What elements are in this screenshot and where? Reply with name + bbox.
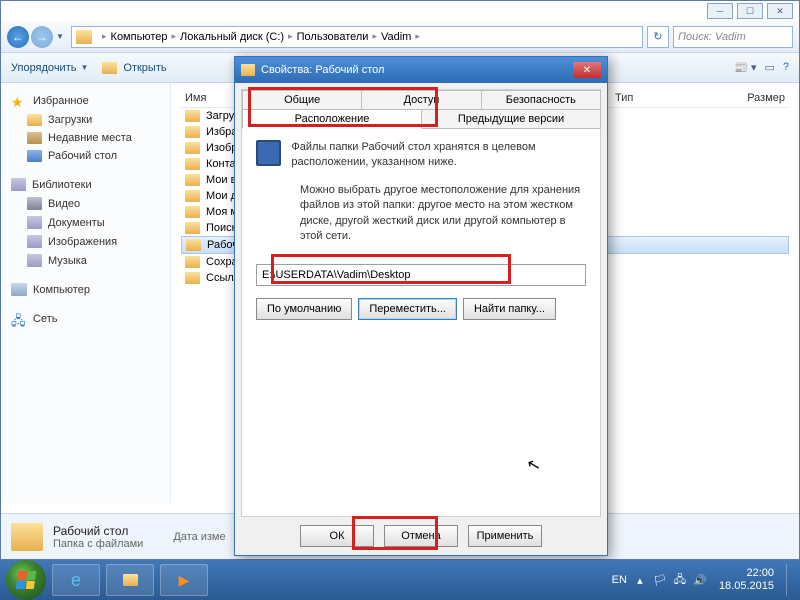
sidebar-recent[interactable]: Недавние места — [1, 129, 170, 147]
find-target-button[interactable]: Найти папку... — [463, 298, 556, 320]
breadcrumb[interactable]: Пользователи — [297, 31, 369, 43]
move-button[interactable]: Переместить... — [358, 298, 457, 320]
location-desc1: Файлы папки Рабочий стол хранятся в целе… — [291, 140, 586, 171]
folder-icon — [241, 64, 255, 76]
sidebar-video[interactable]: Видео — [1, 194, 170, 213]
nav-bar: ← → ▼ ▸ Компьютер▸ Локальный диск (C:)▸ … — [1, 21, 799, 53]
view-options-icon[interactable]: 📰 ▾ — [734, 61, 756, 74]
forward-button[interactable]: → — [31, 26, 53, 48]
task-media[interactable]: ▶ — [160, 564, 208, 596]
address-bar[interactable]: ▸ Компьютер▸ Локальный диск (C:)▸ Пользо… — [71, 26, 643, 48]
network-icon[interactable]: 🖧 — [673, 573, 687, 587]
favorites-group[interactable]: ★Избранное — [1, 91, 170, 111]
clock[interactable]: 22:0018.05.2015 — [719, 567, 774, 593]
col-size[interactable]: Размер — [747, 92, 785, 104]
properties-dialog: Свойства: Рабочий стол ✕ Общие Доступ Бе… — [234, 56, 608, 556]
taskbar: e ▶ EN ▴ 🏳 🖧 🔊 22:0018.05.2015 — [0, 560, 800, 600]
preview-pane-icon[interactable]: ▭ — [764, 61, 774, 74]
sidebar-desktop[interactable]: Рабочий стол — [1, 147, 170, 165]
history-dropdown[interactable]: ▼ — [55, 26, 65, 48]
organize-menu[interactable]: Упорядочить▼ — [11, 62, 88, 74]
apply-button[interactable]: Применить — [468, 525, 542, 547]
nav-pane: ★Избранное Загрузки Недавние места Рабоч… — [1, 83, 171, 503]
folder-icon — [11, 523, 43, 551]
libraries-group[interactable]: Библиотеки — [1, 175, 170, 194]
show-hidden-icon[interactable]: ▴ — [633, 573, 647, 587]
monitor-icon — [256, 140, 281, 166]
sidebar-documents[interactable]: Документы — [1, 213, 170, 232]
volume-icon[interactable]: 🔊 — [693, 573, 707, 587]
sidebar-computer[interactable]: Компьютер — [1, 280, 170, 299]
task-explorer[interactable] — [106, 564, 154, 596]
dialog-titlebar[interactable]: Свойства: Рабочий стол ✕ — [235, 57, 607, 83]
help-icon[interactable]: ? — [783, 61, 789, 74]
task-ie[interactable]: e — [52, 564, 100, 596]
date-modified-label: Дата изме — [173, 531, 225, 543]
dialog-title: Свойства: Рабочий стол — [261, 64, 384, 76]
ok-button[interactable]: ОК — [300, 525, 374, 547]
start-button[interactable] — [6, 560, 46, 600]
lang-indicator[interactable]: EN — [612, 574, 627, 586]
selected-type: Папка с файлами — [53, 538, 143, 550]
tab-sharing[interactable]: Доступ — [361, 90, 481, 110]
back-button[interactable]: ← — [7, 26, 29, 48]
selected-name: Рабочий стол — [53, 524, 143, 538]
tab-location[interactable]: Расположение — [242, 109, 422, 129]
tab-general[interactable]: Общие — [242, 90, 362, 110]
folder-icon — [76, 30, 92, 44]
sidebar-music[interactable]: Музыка — [1, 251, 170, 270]
window-controls: ─ ☐ ✕ — [707, 3, 793, 19]
open-button[interactable]: Открыть — [102, 62, 166, 74]
minimize-button[interactable]: ─ — [707, 3, 733, 19]
show-desktop-button[interactable] — [786, 564, 794, 596]
breadcrumb[interactable]: Компьютер — [111, 31, 168, 43]
action-center-icon[interactable]: 🏳 — [653, 573, 667, 587]
sidebar-pictures[interactable]: Изображения — [1, 232, 170, 251]
breadcrumb[interactable]: Vadim — [381, 31, 411, 43]
refresh-button[interactable]: ↻ — [647, 26, 669, 48]
path-input[interactable] — [256, 264, 586, 286]
tab-security[interactable]: Безопасность — [481, 90, 601, 110]
cancel-button[interactable]: Отмена — [384, 525, 458, 547]
restore-default-button[interactable]: По умолчанию — [256, 298, 352, 320]
dialog-close-button[interactable]: ✕ — [573, 62, 601, 78]
tab-previous-versions[interactable]: Предыдущие версии — [421, 109, 601, 129]
close-button[interactable]: ✕ — [767, 3, 793, 19]
location-desc2: Можно выбрать другое местоположение для … — [300, 183, 586, 245]
sidebar-network[interactable]: 🖧Сеть — [1, 309, 170, 329]
col-type[interactable]: Тип — [615, 92, 747, 104]
maximize-button[interactable]: ☐ — [737, 3, 763, 19]
breadcrumb[interactable]: Локальный диск (C:) — [180, 31, 284, 43]
sidebar-downloads[interactable]: Загрузки — [1, 111, 170, 129]
system-tray: EN ▴ 🏳 🖧 🔊 22:0018.05.2015 — [612, 564, 794, 596]
search-input[interactable]: Поиск: Vadim — [673, 26, 793, 48]
